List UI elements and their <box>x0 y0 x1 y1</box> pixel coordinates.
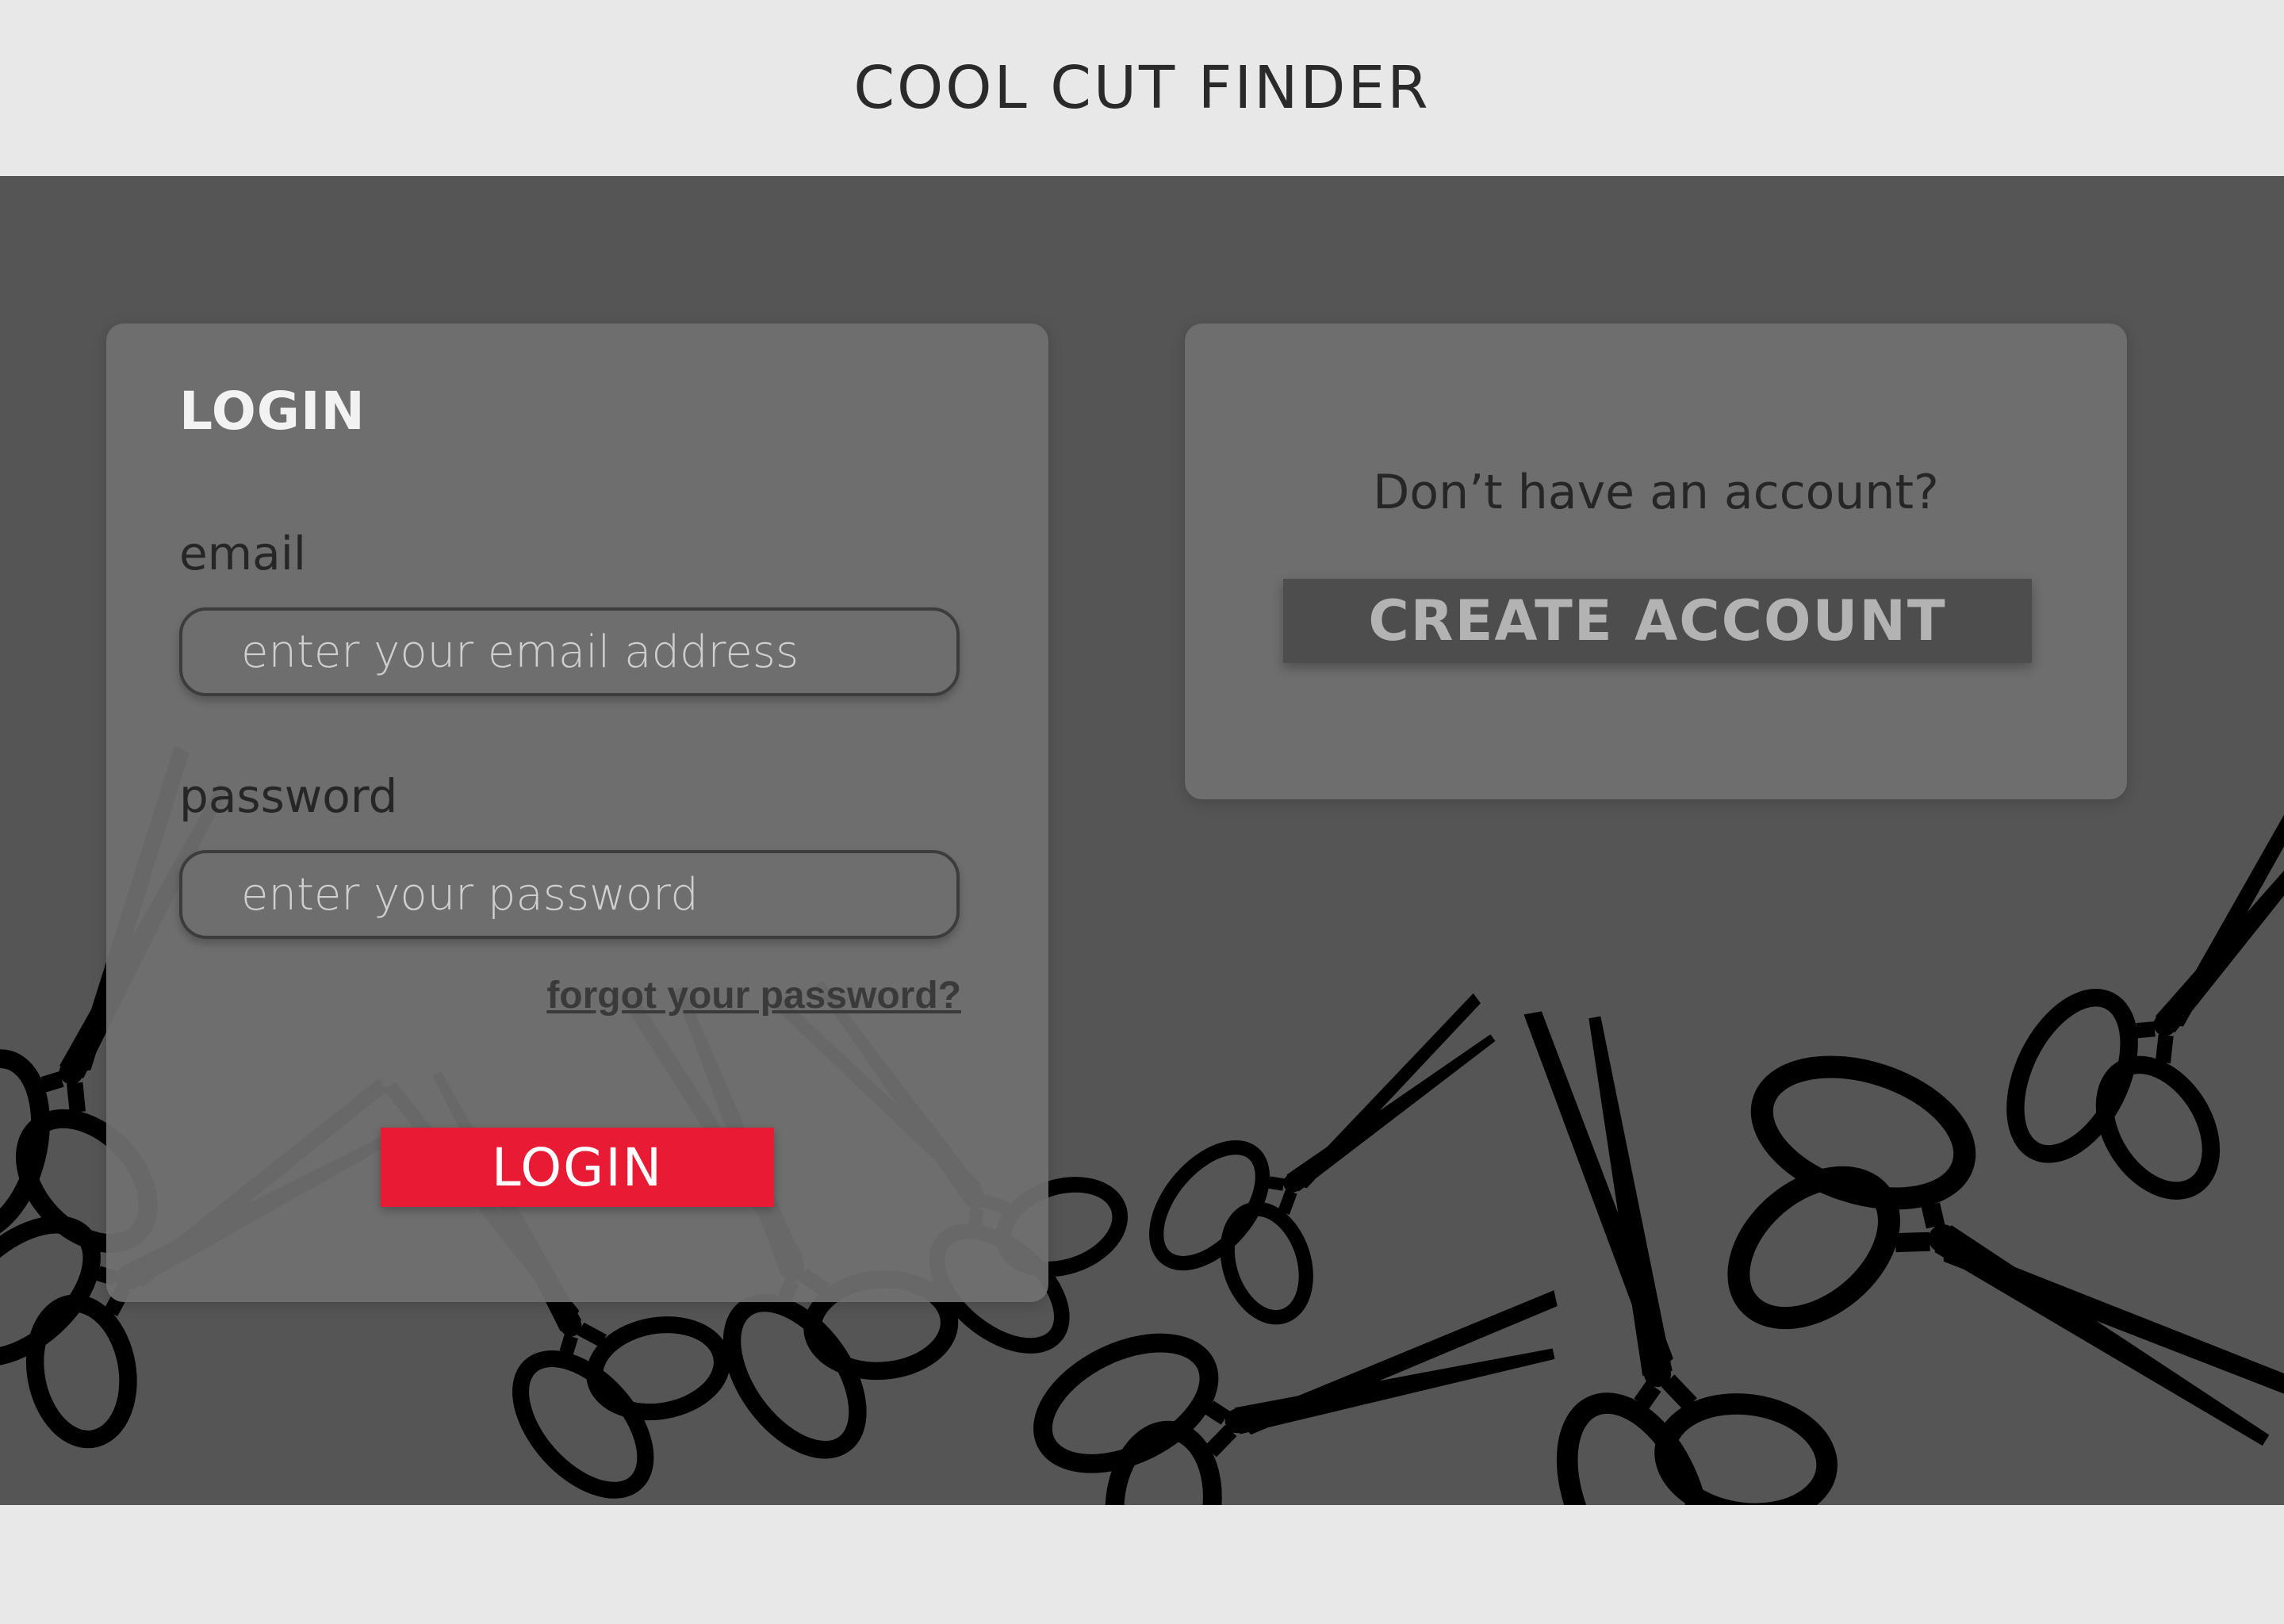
password-label: password <box>179 769 398 823</box>
login-heading: LOGIN <box>179 381 366 442</box>
header-bar: COOL CUT FINDER <box>0 0 2284 176</box>
email-input[interactable] <box>179 607 960 696</box>
password-input[interactable] <box>179 850 960 939</box>
footer-bar <box>0 1505 2284 1624</box>
site-title: COOL CUT FINDER <box>853 54 1431 122</box>
scissors-icon <box>1117 963 1569 1367</box>
scissors-icon <box>1470 974 1861 1505</box>
signup-card: Don’t have an account? CREATE ACCOUNT <box>1185 324 2127 799</box>
forgot-password-link[interactable]: forgot your password? <box>546 974 961 1017</box>
scissors-icon <box>1646 1000 2284 1505</box>
create-account-button[interactable]: CREATE ACCOUNT <box>1283 579 2032 663</box>
login-button[interactable]: LOGIN <box>381 1128 774 1207</box>
signup-question: Don’t have an account? <box>1373 465 1939 520</box>
login-card: LOGIN email password forgot your passwor… <box>106 324 1048 1302</box>
main-stage: LOGIN email password forgot your passwor… <box>0 176 2284 1505</box>
email-label: email <box>179 527 306 580</box>
